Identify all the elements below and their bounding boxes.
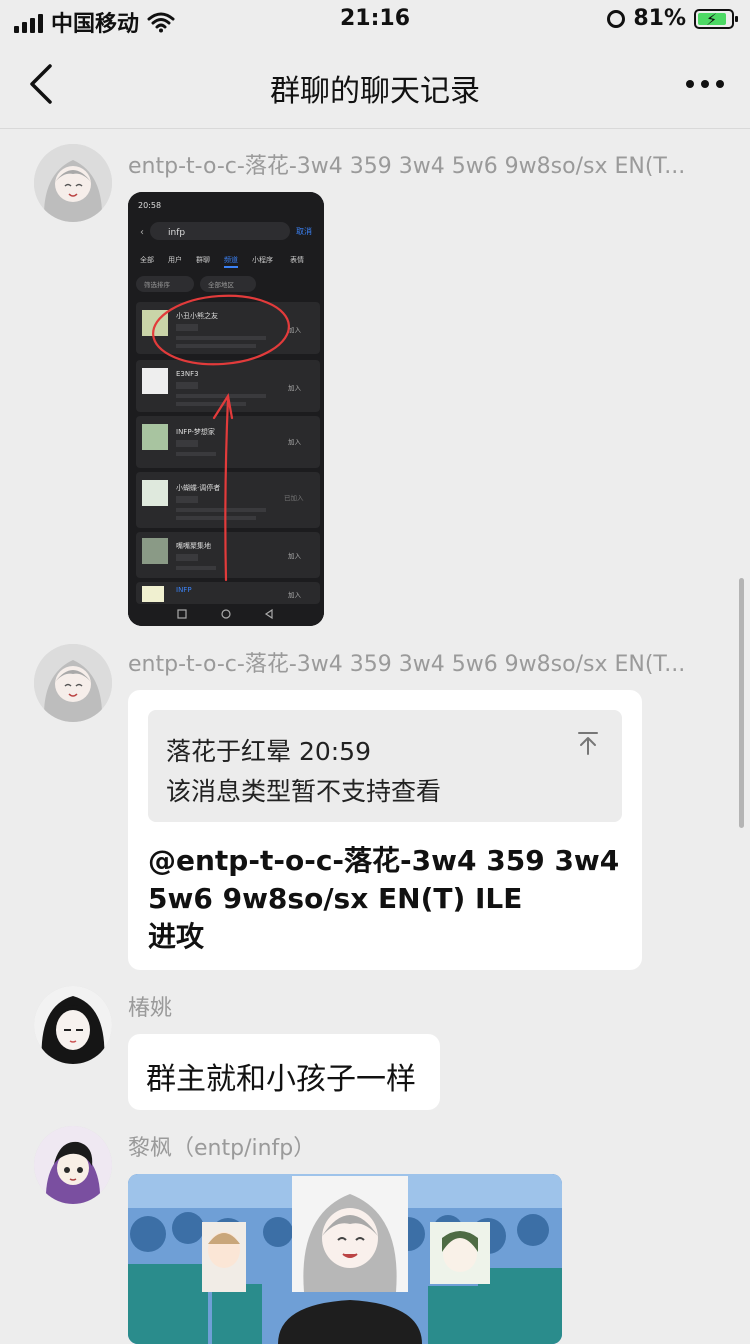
shot-result-action: 加入 [288, 551, 302, 560]
shot-result-action: 加入 [288, 437, 302, 446]
sender-name: 椿姚 [128, 996, 173, 1021]
shot-tab: 频道 [224, 255, 238, 264]
message-text: @entp-t-o-c-落花-3w4 359 3w4 5w6 9w8so/sx … [148, 844, 620, 953]
shot-tab: 全部 [140, 255, 154, 264]
image-message[interactable] [128, 1174, 562, 1344]
shot-result-title: INFP [176, 586, 192, 594]
quoted-message[interactable]: 落花于红晕 20:59 该消息类型暂不支持查看 [148, 710, 622, 822]
battery-percent: 81% [633, 6, 686, 31]
shot-tab: 表情 [290, 255, 304, 264]
status-bar: 中国移动 21:16 81% ⚡ [0, 0, 750, 40]
rotation-lock-icon [607, 9, 626, 28]
shot-result-list: 小丑小熊之友 加入 E3NF3 加入 INFP-梦想家 加入 小蝴蝶·调停者 已… [136, 302, 320, 604]
shot-tab: 群聊 [196, 255, 210, 264]
shot-search-text: infp [168, 228, 185, 238]
scroll-to-top-icon[interactable] [576, 730, 600, 756]
sender-name: entp-t-o-c-落花-3w4 359 3w4 5w6 9w8so/sx E… [128, 154, 686, 179]
page-title: 群聊的聊天记录 [270, 74, 480, 109]
shot-status-time: 20:58 [138, 201, 161, 210]
shot-result-title: 小蝴蝶·调停者 [176, 483, 220, 492]
shot-result-title: E3NF3 [176, 370, 199, 378]
avatar[interactable] [34, 986, 112, 1064]
avatar[interactable] [34, 144, 112, 222]
battery-icon: ⚡ [694, 8, 738, 29]
shot-search-cancel: 取消 [296, 226, 312, 236]
shot-tab: 用户 [168, 255, 182, 264]
quote-content: 该消息类型暂不支持查看 [166, 777, 442, 806]
shot-result-action: 加入 [288, 590, 302, 599]
sender-name: entp-t-o-c-落花-3w4 359 3w4 5w6 9w8so/sx E… [128, 652, 686, 677]
shot-filter: 筛选排序 [144, 280, 171, 289]
svg-text:‹: ‹ [140, 227, 144, 238]
avatar[interactable] [34, 1126, 112, 1204]
sender-name: 黎枫（entp/infp） [128, 1136, 316, 1161]
avatar[interactable] [34, 644, 112, 722]
shot-result-title: INFP-梦想家 [176, 427, 215, 436]
scrollbar[interactable] [739, 578, 744, 828]
shot-filter: 全部地区 [208, 280, 235, 289]
message-text: 群主就和小孩子一样 [146, 1062, 416, 1097]
shot-result-action: 加入 [288, 383, 302, 392]
shot-result-title: 嘴嘴聚集地 [176, 541, 211, 550]
quote-header: 落花于红晕 20:59 [166, 737, 371, 766]
nav-bar: 群聊的聊天记录 [0, 40, 750, 129]
message-bubble[interactable]: 群主就和小孩子一样 [128, 1034, 440, 1110]
image-message[interactable]: 20:58 ‹ infp 取消 全部 用户 群聊 频道 小程序 表情 筛选排序 … [128, 192, 324, 626]
shot-result-action: 加入 [288, 325, 302, 334]
message-bubble[interactable]: 落花于红晕 20:59 该消息类型暂不支持查看 @entp-t-o-c-落花-3… [128, 690, 642, 970]
shot-result-title: 小丑小熊之友 [176, 311, 218, 320]
more-options-icon[interactable] [686, 80, 724, 88]
shot-tab: 小程序 [252, 255, 273, 264]
shot-result-action: 已加入 [284, 493, 304, 502]
